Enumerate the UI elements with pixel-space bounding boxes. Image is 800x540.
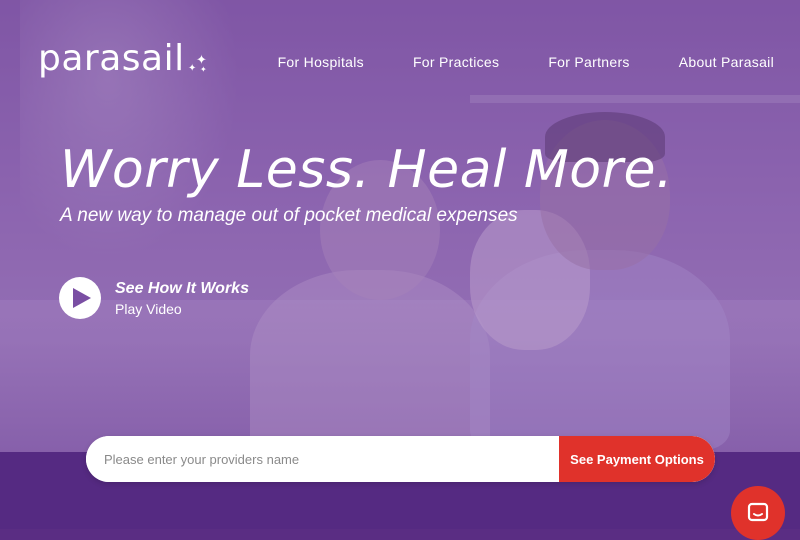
play-icon[interactable] (59, 277, 101, 319)
provider-search-bar: See Payment Options (86, 436, 715, 482)
hero-section: parasail ✦ ✦ ✦ For Hospitals For Practic… (0, 0, 800, 452)
nav-link-for-partners[interactable]: For Partners (548, 54, 629, 70)
logo-text: parasail (38, 38, 185, 79)
video-text: See How It Works Play Video (115, 280, 249, 317)
hero-headline: Worry Less. Heal More. (60, 140, 674, 200)
video-subtitle: Play Video (115, 300, 182, 317)
video-title: See How It Works (115, 279, 249, 297)
provider-search-input[interactable] (86, 436, 559, 482)
see-payment-options-button[interactable]: See Payment Options (559, 436, 715, 482)
parasail-logo[interactable]: parasail ✦ ✦ ✦ (38, 38, 207, 79)
nav-link-about-parasail[interactable]: About Parasail (679, 54, 774, 70)
chat-icon[interactable] (731, 486, 785, 540)
nav-link-for-practices[interactable]: For Practices (413, 54, 499, 70)
play-video-link[interactable]: See How It Works Play Video (59, 277, 249, 319)
top-navigation: For Hospitals For Practices For Partners… (229, 54, 774, 70)
nav-link-for-hospitals[interactable]: For Hospitals (278, 54, 364, 70)
hero-subheadline: A new way to manage out of pocket medica… (60, 205, 518, 226)
